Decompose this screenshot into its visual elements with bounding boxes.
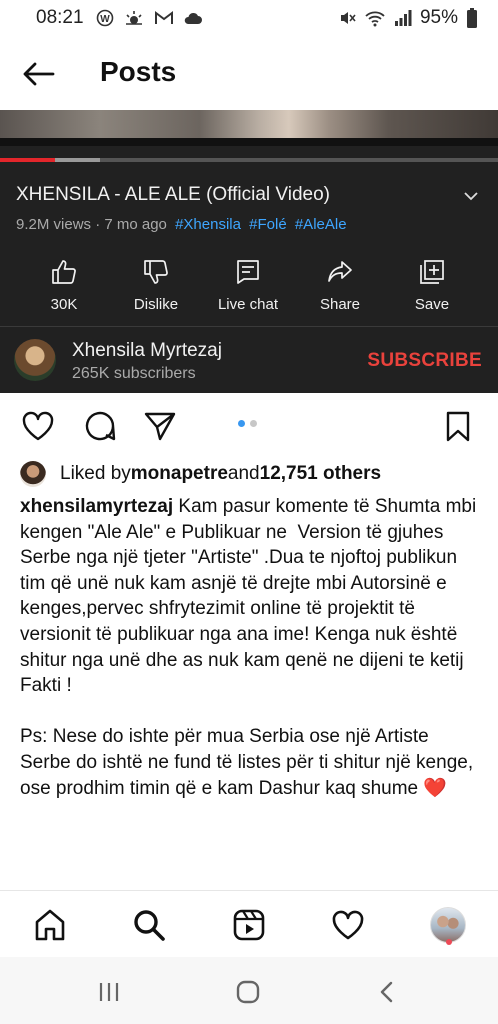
- recent-apps-button[interactable]: [94, 977, 124, 1007]
- back-chevron-icon: [380, 981, 393, 1003]
- chat-icon: [237, 260, 259, 284]
- bookmark-icon: [446, 411, 470, 442]
- home-circle-icon: [236, 980, 260, 1004]
- chevron-down-icon: [464, 192, 478, 201]
- carousel-dot: [238, 420, 245, 427]
- expand-description-button[interactable]: [460, 188, 482, 204]
- video-title[interactable]: XHENSILA - ALE ALE (Official Video): [16, 184, 456, 206]
- back-arrow-icon: [23, 62, 55, 86]
- embedded-video-card[interactable]: XHENSILA - ALE ALE (Official Video) 9.2M…: [0, 110, 498, 393]
- signal-icon: [394, 10, 412, 26]
- wifi-icon: [364, 9, 386, 27]
- carousel-dot: [250, 420, 257, 427]
- dislike-button[interactable]: Dislike: [110, 258, 202, 318]
- heart-icon: [332, 910, 364, 940]
- mute-icon: [338, 9, 356, 27]
- comment-icon: [85, 411, 116, 441]
- hashtag-link[interactable]: #Folé: [249, 216, 287, 233]
- page-title: Posts: [100, 56, 177, 87]
- share-label: Share: [319, 296, 361, 313]
- status-bar: 08:21 W 95%: [0, 0, 498, 36]
- thumbs-up-icon: [52, 260, 76, 284]
- share-icon: [328, 261, 352, 282]
- thumbs-down-icon: [144, 260, 168, 284]
- comment-button[interactable]: [82, 408, 118, 444]
- profile-avatar[interactable]: [430, 907, 466, 943]
- live-chat-button[interactable]: Live chat: [202, 258, 294, 318]
- liked-by-middle: and: [227, 463, 260, 484]
- video-thumbnail[interactable]: [0, 110, 498, 146]
- video-views: 9.2M views · 7 mo ago: [16, 216, 167, 233]
- nav-search[interactable]: [129, 905, 169, 945]
- back-system-button[interactable]: [372, 977, 402, 1007]
- home-icon: [35, 909, 65, 941]
- heart-icon: [22, 411, 54, 441]
- status-time: 08:21: [36, 7, 84, 28]
- channel-row[interactable]: Xhensila Myrtezaj 265K subscribers SUBSC…: [0, 327, 498, 393]
- caption-text: Kam pasur komente të Shumta mbi kengen "…: [20, 496, 477, 799]
- liked-by-count[interactable]: 12,751 others: [260, 463, 381, 485]
- svg-text:W: W: [100, 14, 110, 25]
- gmail-icon: [154, 10, 174, 26]
- subscribe-button[interactable]: SUBSCRIBE: [367, 350, 482, 372]
- recent-apps-icon: [99, 983, 119, 1001]
- share-button[interactable]: Share: [294, 258, 386, 318]
- post-caption: xhensilamyrtezaj Kam pasur komente të Sh…: [20, 494, 482, 801]
- liked-by-user[interactable]: monapetre: [131, 463, 228, 485]
- video-meta: 9.2M views · 7 mo ago #Xhensila #Folé #A…: [16, 216, 347, 233]
- home-system-button[interactable]: [233, 977, 263, 1007]
- hashtag-link[interactable]: #AleAle: [295, 216, 347, 233]
- battery-icon: [466, 8, 478, 28]
- carousel-indicator: [238, 420, 257, 427]
- save-label: Save: [414, 296, 450, 313]
- nav-activity[interactable]: [328, 905, 368, 945]
- liked-by-row[interactable]: Liked by monapetre and 12,751 others: [20, 460, 381, 488]
- video-actions: 30K Dislike Live chat Share Save: [0, 258, 498, 318]
- bottom-nav: [0, 891, 498, 957]
- back-button[interactable]: [18, 56, 58, 92]
- bookmark-button[interactable]: [440, 408, 476, 444]
- channel-name[interactable]: Xhensila Myrtezaj: [72, 340, 222, 362]
- wordpress-icon: W: [96, 9, 114, 27]
- channel-avatar[interactable]: [14, 339, 56, 381]
- video-progress-fill: [0, 158, 55, 162]
- save-button[interactable]: Save: [386, 258, 478, 318]
- nav-home[interactable]: [30, 905, 70, 945]
- header: Posts: [0, 36, 498, 110]
- caption-emoji: ❤️: [423, 777, 448, 799]
- battery-percent: 95%: [419, 7, 458, 28]
- channel-subscribers: 265K subscribers: [72, 365, 196, 382]
- caption-username[interactable]: xhensilamyrtezaj: [20, 496, 173, 517]
- weather-icon: [123, 9, 145, 27]
- share-post-button[interactable]: [142, 408, 178, 444]
- send-icon: [144, 412, 176, 441]
- like-post-button[interactable]: [20, 408, 56, 444]
- dislike-label: Dislike: [133, 296, 179, 313]
- liked-by-prefix: Liked by: [60, 463, 131, 484]
- video-progress-bar[interactable]: [0, 158, 498, 162]
- liker-avatar[interactable]: [20, 461, 46, 487]
- notification-dot: [446, 939, 452, 945]
- cloud-icon: [183, 11, 203, 25]
- reels-icon: [233, 909, 265, 941]
- live-chat-label: Live chat: [217, 296, 279, 313]
- system-navigation-bar: [0, 957, 498, 1024]
- hashtag-link[interactable]: #Xhensila: [175, 216, 241, 233]
- like-button[interactable]: 30K: [18, 258, 110, 318]
- like-count: 30K: [50, 296, 78, 313]
- search-icon: [134, 910, 165, 941]
- save-playlist-icon: [420, 260, 444, 284]
- nav-reels[interactable]: [229, 905, 269, 945]
